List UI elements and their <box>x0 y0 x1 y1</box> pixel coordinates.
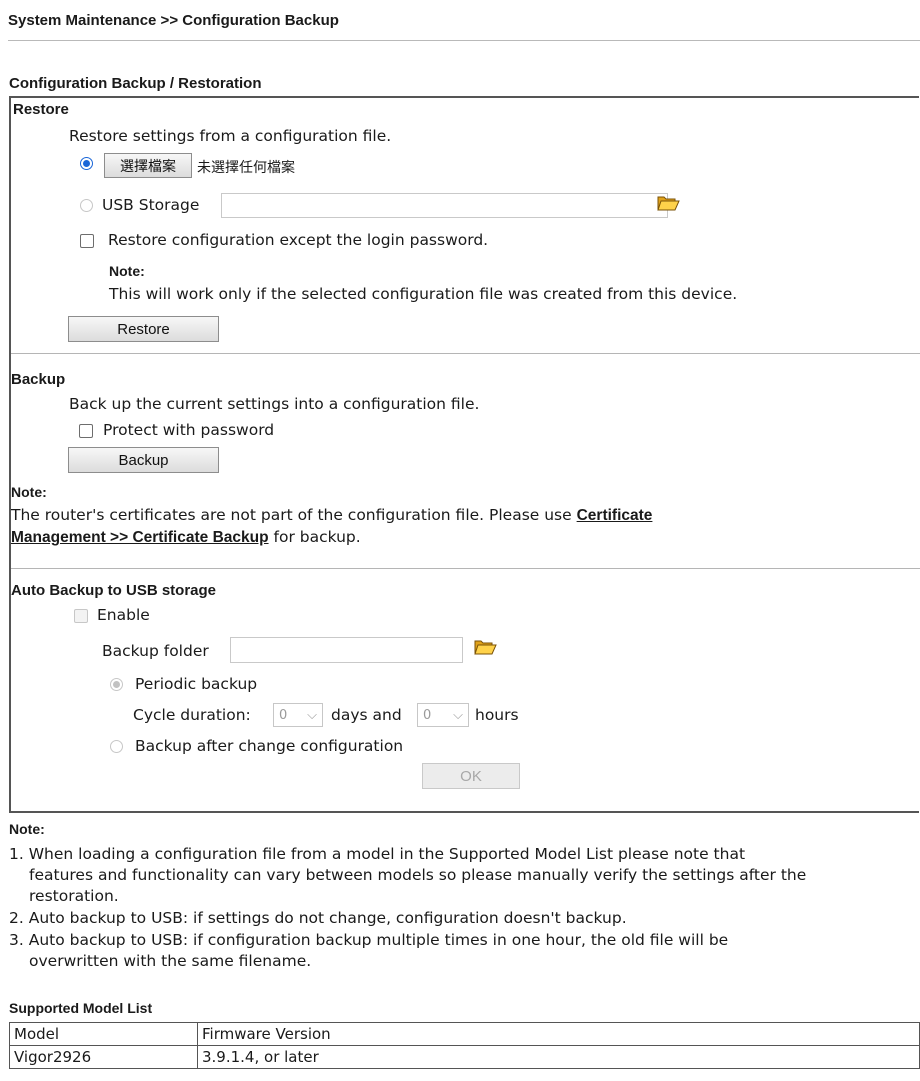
chevron-down-icon: ⌵ <box>307 707 317 723</box>
section-divider <box>11 568 920 569</box>
restore-button[interactable]: Restore <box>68 316 219 342</box>
backup-note-line1: The router's certificates are not part o… <box>11 506 652 525</box>
backup-note-heading: Note: <box>11 484 47 500</box>
note-item-2: 2. Auto backup to USB: if settings do no… <box>9 909 627 927</box>
column-header-model: Model <box>9 1022 198 1046</box>
column-header-firmware: Firmware Version <box>197 1022 920 1046</box>
cycle-hours-select[interactable]: 0 ⌵ <box>417 703 469 727</box>
backup-folder-input[interactable] <box>230 637 463 663</box>
model-list-heading: Supported Model List <box>9 1000 153 1016</box>
usb-storage-label: USB Storage <box>102 196 200 214</box>
auto-backup-ok-button[interactable]: OK <box>422 763 520 789</box>
note-item-3-line2: overwritten with the same filename. <box>29 952 312 970</box>
chevron-down-icon: ⌵ <box>453 707 463 723</box>
table-header-row: Model Firmware Version <box>9 1022 920 1046</box>
backup-after-change-radio[interactable] <box>110 740 123 753</box>
restore-description: Restore settings from a configuration fi… <box>69 127 392 145</box>
auto-backup-heading: Auto Backup to USB storage <box>11 582 217 599</box>
header-divider <box>8 40 920 41</box>
protect-password-label: Protect with password <box>103 421 275 439</box>
cycle-days-value: 0 <box>279 707 288 723</box>
certificate-backup-link[interactable]: Management >> Certificate Backup <box>11 529 269 546</box>
auto-backup-enable-label: Enable <box>97 606 150 624</box>
restore-note-text: This will work only if the selected conf… <box>109 285 738 303</box>
section-divider <box>11 353 920 354</box>
no-file-chosen-text: 未選擇任何檔案 <box>197 160 295 176</box>
restore-except-password-checkbox[interactable] <box>80 234 94 248</box>
restore-heading: Restore <box>13 101 69 118</box>
restore-note-heading: Note: <box>109 263 145 279</box>
backup-note-text: The router's certificates are not part o… <box>11 506 572 524</box>
folder-open-icon[interactable] <box>472 635 498 657</box>
table-row: Vigor2926 3.9.1.4, or later <box>9 1045 920 1069</box>
cycle-hours-value: 0 <box>423 707 432 723</box>
backup-note-line2: Management >> Certificate Backup for bac… <box>11 528 361 547</box>
restore-usb-radio[interactable] <box>80 199 93 212</box>
backup-after-change-label: Backup after change configuration <box>135 737 404 755</box>
cycle-duration-label: Cycle duration: <box>133 706 251 724</box>
choose-file-button[interactable]: 選擇檔案 <box>104 153 192 178</box>
notes-heading: Note: <box>9 821 45 837</box>
certificate-link[interactable]: Certificate <box>577 507 653 524</box>
backup-note-suffix: for backup. <box>273 528 361 546</box>
folder-open-icon[interactable] <box>655 191 681 213</box>
auto-backup-enable-checkbox[interactable] <box>74 609 88 623</box>
restore-except-password-label: Restore configuration except the login p… <box>108 231 489 249</box>
section-title: Configuration Backup / Restoration <box>9 75 262 92</box>
firmware-cell: 3.9.1.4, or later <box>197 1045 920 1069</box>
note-item-1-line2: features and functionality can vary betw… <box>29 866 807 884</box>
model-cell: Vigor2926 <box>9 1045 198 1069</box>
page-breadcrumb: System Maintenance >> Configuration Back… <box>8 12 339 29</box>
supported-model-table: Model Firmware Version Vigor2926 3.9.1.4… <box>9 1022 920 1069</box>
note-item-1-line1: 1. When loading a configuration file fro… <box>9 845 746 863</box>
cycle-days-select[interactable]: 0 ⌵ <box>273 703 323 727</box>
usb-storage-path-input[interactable] <box>221 193 668 218</box>
restore-local-file-radio[interactable] <box>80 157 93 170</box>
note-item-1-line3: restoration. <box>29 887 119 905</box>
note-item-3-line1: 3. Auto backup to USB: if configuration … <box>9 931 729 949</box>
protect-password-checkbox[interactable] <box>79 424 93 438</box>
periodic-backup-label: Periodic backup <box>135 675 258 693</box>
days-and-label: days and <box>331 706 402 724</box>
periodic-backup-radio[interactable] <box>110 678 123 691</box>
backup-heading: Backup <box>11 371 66 388</box>
backup-folder-label: Backup folder <box>102 642 209 660</box>
backup-button[interactable]: Backup <box>68 447 219 473</box>
backup-description: Back up the current settings into a conf… <box>69 395 480 413</box>
hours-label: hours <box>475 706 519 724</box>
